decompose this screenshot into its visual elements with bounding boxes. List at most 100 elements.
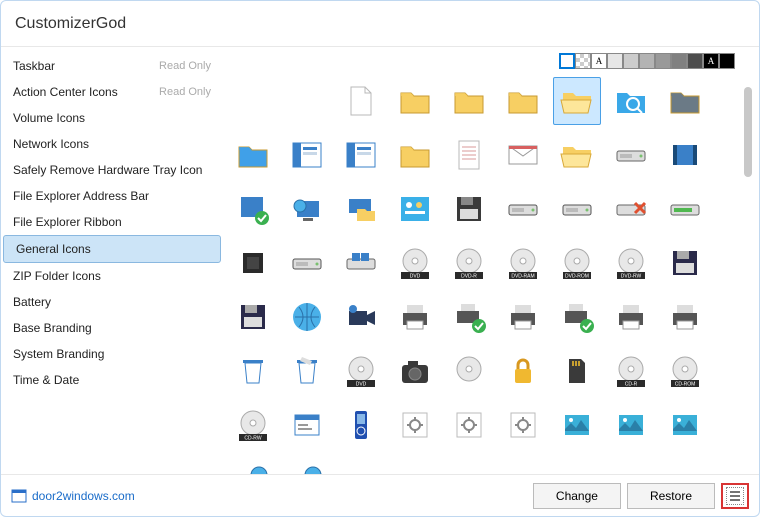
sidebar-item[interactable]: TaskbarRead Only (1, 53, 223, 79)
icon-cell[interactable] (661, 131, 709, 179)
background-swatch[interactable]: A (703, 53, 719, 69)
icon-cell[interactable] (283, 131, 331, 179)
icon-cell[interactable] (337, 185, 385, 233)
icon-cell[interactable] (337, 131, 385, 179)
svg-text:CD-R: CD-R (625, 382, 638, 388)
icon-cell[interactable] (661, 185, 709, 233)
sidebar-item[interactable]: Battery (1, 289, 223, 315)
icon-cell[interactable] (283, 185, 331, 233)
icon-cell[interactable] (499, 401, 547, 449)
icon-cell[interactable] (445, 401, 493, 449)
background-swatch[interactable] (575, 53, 591, 69)
sidebar-item[interactable]: ZIP Folder Icons (1, 263, 223, 289)
icon-cell[interactable]: DVD-RW (607, 239, 655, 287)
icon-cell[interactable] (499, 347, 547, 395)
icon-cell[interactable] (607, 77, 655, 125)
background-swatch[interactable] (687, 53, 703, 69)
icon-cell[interactable] (661, 239, 709, 287)
icon-cell[interactable] (607, 131, 655, 179)
background-swatch[interactable] (655, 53, 671, 69)
icon-cell[interactable]: DVD-ROM (553, 239, 601, 287)
sidebar-item[interactable]: Base Branding (1, 315, 223, 341)
icon-cell[interactable] (229, 131, 277, 179)
icon-cell[interactable] (445, 347, 493, 395)
icon-cell[interactable] (229, 293, 277, 341)
icon-cell[interactable] (337, 77, 385, 125)
icon-cell[interactable] (661, 401, 709, 449)
sidebar-label: File Explorer Ribbon (13, 215, 122, 229)
background-swatch[interactable] (639, 53, 655, 69)
icon-cell[interactable] (229, 185, 277, 233)
sidebar-item[interactable]: General Icons (3, 235, 221, 263)
icon-cell[interactable] (445, 293, 493, 341)
restore-button[interactable]: Restore (627, 483, 715, 509)
icon-cell[interactable] (499, 185, 547, 233)
icon-cell[interactable] (283, 239, 331, 287)
icon-cell[interactable] (391, 77, 439, 125)
icon-cell[interactable] (337, 239, 385, 287)
background-swatch[interactable] (607, 53, 623, 69)
icon-grid-scroll[interactable]: DVDDVD-RDVD-RAMDVD-ROMDVD-RWDVDCD-RCD-RO… (223, 69, 759, 474)
sidebar-item[interactable]: File Explorer Ribbon (1, 209, 223, 235)
icon-cell[interactable] (229, 347, 277, 395)
sidebar-item[interactable]: System Branding (1, 341, 223, 367)
background-swatch[interactable] (623, 53, 639, 69)
icon-cell[interactable] (553, 293, 601, 341)
background-swatch[interactable] (559, 53, 575, 69)
icon-cell[interactable] (607, 293, 655, 341)
background-swatch[interactable] (671, 53, 687, 69)
menu-button[interactable] (721, 483, 749, 509)
sidebar-item[interactable]: Action Center IconsRead Only (1, 79, 223, 105)
icon-cell[interactable]: DVD-R (445, 239, 493, 287)
icon-cell[interactable]: CD-R (607, 347, 655, 395)
scrollbar-thumb[interactable] (744, 87, 752, 177)
icon-cell[interactable] (499, 77, 547, 125)
icon-cell[interactable] (445, 77, 493, 125)
icon-cell[interactable] (553, 185, 601, 233)
icon-cell[interactable] (553, 347, 601, 395)
icon-cell[interactable] (553, 77, 601, 125)
icon-cell[interactable] (553, 401, 601, 449)
change-button[interactable]: Change (533, 483, 621, 509)
icon-cell[interactable] (499, 293, 547, 341)
sidebar-item[interactable]: Network Icons (1, 131, 223, 157)
icon-cell[interactable] (391, 185, 439, 233)
sidebar-item[interactable]: Safely Remove Hardware Tray Icon (1, 157, 223, 183)
icon-cell[interactable]: DVD-RAM (499, 239, 547, 287)
icon-cell[interactable] (661, 77, 709, 125)
icon-cell[interactable] (229, 239, 277, 287)
icon-cell[interactable]: DVD (391, 239, 439, 287)
sidebar-label: Base Branding (13, 321, 92, 335)
icon-cell[interactable] (607, 401, 655, 449)
icon-cell[interactable] (337, 293, 385, 341)
sidebar-item[interactable]: File Explorer Address Bar (1, 183, 223, 209)
icon-cell[interactable] (553, 131, 601, 179)
icon-cell[interactable] (283, 347, 331, 395)
background-swatch[interactable] (719, 53, 735, 69)
website-link[interactable]: door2windows.com (11, 488, 135, 504)
icon-cell[interactable] (391, 401, 439, 449)
icon-cell[interactable]: DVD (337, 347, 385, 395)
icon-cell[interactable] (391, 347, 439, 395)
icon-cell[interactable] (391, 131, 439, 179)
icon-cell[interactable] (283, 455, 331, 474)
icon-cell[interactable] (283, 401, 331, 449)
icon-cell[interactable] (607, 185, 655, 233)
icon-cell[interactable]: CD-RW (229, 401, 277, 449)
background-swatch[interactable]: A (591, 53, 607, 69)
icon-cell[interactable] (445, 185, 493, 233)
icon-cell[interactable] (445, 131, 493, 179)
scrollbar[interactable] (741, 77, 755, 462)
sidebar-item[interactable]: Volume Icons (1, 105, 223, 131)
printerok-icon (559, 299, 595, 335)
floppy-icon (451, 191, 487, 227)
icon-cell[interactable] (499, 131, 547, 179)
icon-cell[interactable] (283, 293, 331, 341)
control-icon (397, 191, 433, 227)
icon-cell[interactable]: CD-ROM (661, 347, 709, 395)
icon-cell[interactable] (661, 293, 709, 341)
icon-cell[interactable] (337, 401, 385, 449)
icon-cell[interactable] (229, 455, 277, 474)
sidebar-item[interactable]: Time & Date (1, 367, 223, 393)
icon-cell[interactable] (391, 293, 439, 341)
